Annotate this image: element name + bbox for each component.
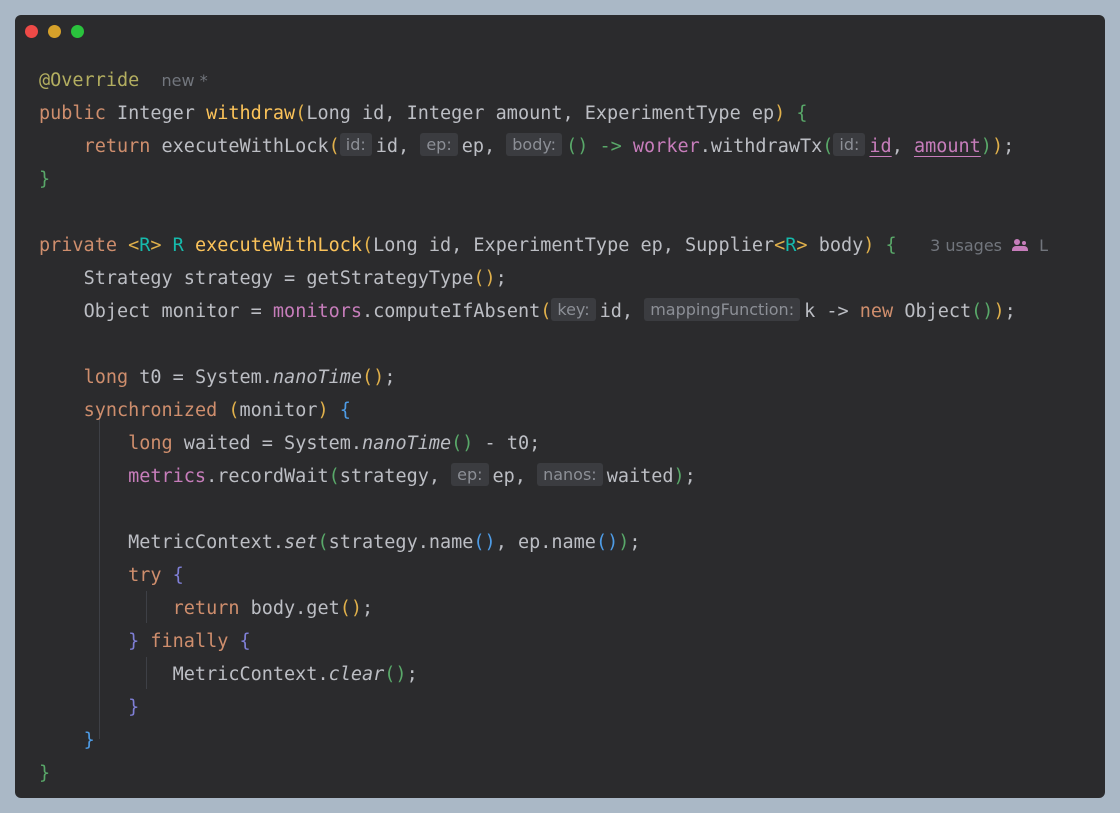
zoom-window-button[interactable] bbox=[71, 25, 84, 38]
code-line: MetricContext.set(strategy.name(), ep.na… bbox=[128, 532, 641, 553]
class-ref: MetricContext. bbox=[172, 664, 329, 685]
author-meta[interactable]: L bbox=[1039, 236, 1048, 255]
field: worker bbox=[632, 136, 700, 157]
users-icon[interactable] bbox=[1012, 239, 1028, 251]
field: monitors bbox=[272, 301, 363, 322]
code-line: return body.get(); bbox=[172, 598, 374, 619]
param-hint: ep: bbox=[451, 463, 489, 486]
code-line: MetricContext.clear(); bbox=[172, 664, 418, 685]
method-params: Long id, Integer amount, ExperimentType … bbox=[306, 103, 775, 124]
argument: , ep.name bbox=[495, 532, 596, 553]
code-line: return executeWithLock(id: id, ep: ep, bod… bbox=[83, 133, 1015, 157]
statement: Strategy strategy = getStrategyType bbox=[83, 268, 474, 289]
captured-variable: amount bbox=[913, 136, 981, 157]
lambda: k -> bbox=[804, 301, 860, 322]
method-params: Long id, ExperimentType ep, Supplier bbox=[373, 235, 775, 256]
keyword: long bbox=[83, 367, 129, 388]
captured-variable: id bbox=[869, 136, 892, 157]
minimize-window-button[interactable] bbox=[48, 25, 61, 38]
keyword: new bbox=[859, 301, 894, 322]
statement: waited = System. bbox=[172, 433, 363, 454]
close-window-button[interactable] bbox=[25, 25, 38, 38]
type-parameter: R bbox=[785, 235, 797, 256]
argument: monitor bbox=[239, 400, 318, 421]
annotation: @Override bbox=[39, 70, 140, 91]
argument: id, bbox=[375, 136, 410, 157]
code-line: synchronized (monitor) { bbox=[83, 400, 351, 421]
code-line: Object monitor = monitors.computeIfAbsen… bbox=[83, 298, 1016, 322]
static-method: nanoTime bbox=[362, 433, 452, 454]
method-call: .recordWait bbox=[206, 466, 329, 487]
type: Object bbox=[893, 301, 972, 322]
statement: - t0; bbox=[473, 433, 541, 454]
code-line: @Override new * bbox=[39, 64, 1083, 97]
statement: t0 = System. bbox=[128, 367, 273, 388]
param-hint: nanos: bbox=[537, 463, 603, 486]
keyword: private bbox=[39, 235, 117, 256]
method-call: .withdrawTx bbox=[699, 136, 823, 157]
param-hint: id: bbox=[339, 133, 372, 156]
usages-link[interactable]: 3 usages bbox=[930, 236, 1002, 255]
keyword: long bbox=[128, 433, 173, 454]
code-line: } bbox=[83, 730, 95, 751]
code-line: Strategy strategy = getStrategyType(); bbox=[83, 268, 507, 289]
argument: ep, bbox=[461, 136, 496, 157]
param-hint: mappingFunction: bbox=[644, 298, 801, 321]
statement: Object monitor = bbox=[83, 301, 273, 322]
code-line: public Integer withdraw(Long id, Integer… bbox=[39, 103, 808, 124]
method-call: .computeIfAbsent bbox=[362, 301, 541, 322]
editor-window: @Override new * public Integer withdraw(… bbox=[15, 15, 1105, 798]
keyword: try bbox=[128, 565, 162, 586]
type-parameter: R bbox=[139, 235, 151, 256]
argument: waited bbox=[606, 466, 674, 487]
static-method: set bbox=[284, 532, 318, 553]
param-hint: body: bbox=[506, 133, 563, 156]
method-name: withdraw bbox=[206, 103, 296, 124]
param-hint: ep: bbox=[420, 133, 458, 156]
argument: strategy, bbox=[339, 466, 440, 487]
keyword: return bbox=[172, 598, 240, 619]
lambda: () -> bbox=[566, 136, 622, 157]
keyword: public bbox=[39, 103, 106, 124]
code-line: long t0 = System.nanoTime(); bbox=[83, 367, 396, 388]
static-method: nanoTime bbox=[272, 367, 363, 388]
code-line: try { bbox=[128, 565, 184, 586]
method-call: executeWithLock bbox=[161, 136, 329, 157]
param-hint: id: bbox=[833, 133, 866, 156]
argument: ep, bbox=[492, 466, 526, 487]
code-line: } bbox=[39, 763, 51, 784]
method-params: body bbox=[807, 235, 864, 256]
return-type: R bbox=[172, 235, 184, 256]
type: Integer bbox=[116, 103, 195, 124]
statement: body.get bbox=[239, 598, 340, 619]
keyword: return bbox=[83, 136, 151, 157]
argument: strategy.name bbox=[328, 532, 474, 553]
author-meta[interactable]: new * bbox=[162, 71, 208, 90]
code-line: private <R> R executeWithLock(Long id, E… bbox=[39, 235, 1049, 256]
argument: id, bbox=[599, 301, 634, 322]
code-line: } bbox=[39, 169, 51, 190]
keyword: finally bbox=[150, 631, 229, 652]
code-editor[interactable]: @Override new * public Integer withdraw(… bbox=[39, 55, 1083, 798]
param-hint: key: bbox=[551, 298, 596, 321]
code-line: long waited = System.nanoTime() - t0; bbox=[128, 433, 541, 454]
code-line: metrics.recordWait(strategy, ep: ep, nano… bbox=[128, 463, 696, 487]
code-line: } finally { bbox=[128, 631, 251, 652]
field: metrics bbox=[128, 466, 207, 487]
class-ref: MetricContext. bbox=[128, 532, 285, 553]
code-line: } bbox=[128, 697, 140, 718]
keyword: synchronized bbox=[83, 400, 218, 421]
method-name: executeWithLock bbox=[194, 235, 363, 256]
static-method: clear bbox=[328, 664, 385, 685]
